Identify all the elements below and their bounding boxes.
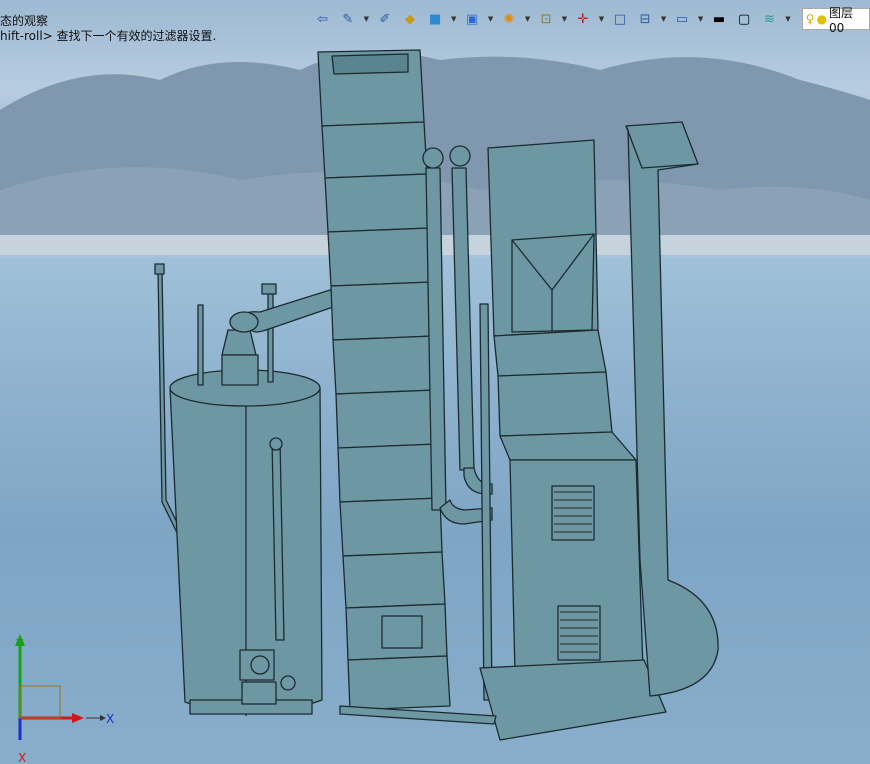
x-axis-label: X — [106, 712, 114, 726]
vent-pipe-middle-2 — [451, 167, 475, 471]
water-heater-model[interactable] — [0, 0, 870, 764]
y-axis-label: Y — [15, 637, 24, 651]
valve-top-left — [154, 263, 165, 275]
drawing-viewport[interactable]: 态的观察 hift-roll> 查找下一个有效的过滤器设置. ⇦ ✎ ▼ ✐ ◆… — [0, 0, 870, 764]
furnace-base — [479, 659, 667, 741]
svg-text:X: X — [18, 751, 26, 764]
flue-connector — [221, 329, 257, 356]
ucs-triad-icon: Y X X — [15, 634, 114, 764]
furnace-cabinet — [499, 431, 637, 461]
